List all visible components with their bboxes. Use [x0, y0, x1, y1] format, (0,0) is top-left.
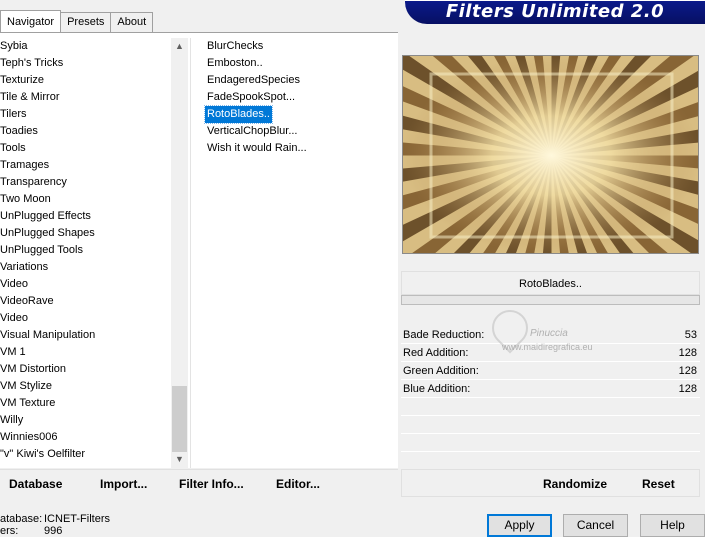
param-label: Bade Reduction: [403, 329, 485, 341]
category-item[interactable]: Sybia [0, 38, 170, 55]
status-area: atabase: ICNET-Filters ers: 996 [0, 513, 110, 537]
category-item[interactable]: VM Texture [0, 395, 170, 412]
param-value[interactable]: 128 [679, 380, 698, 397]
filters-count-value: 996 [44, 525, 63, 537]
empty-param-row [401, 434, 700, 452]
category-list[interactable]: Sybia Teph's Tricks Texturize Tile & Mirror… [0, 38, 170, 468]
param-value[interactable]: 128 [679, 344, 698, 361]
category-item[interactable]: Video [0, 310, 170, 327]
filter-list[interactable]: BlurChecks Emboston.. EndageredSpecies Fade… [204, 38, 395, 157]
category-item[interactable]: "v" Kiwi's Oelfilter [0, 446, 170, 463]
param-label: Green Addition: [403, 365, 479, 377]
category-item[interactable]: Video [0, 276, 170, 293]
reset-button[interactable]: Reset [642, 470, 675, 498]
filter-item[interactable]: FadeSpookSpot... [205, 89, 297, 106]
category-item[interactable]: Willy [0, 412, 170, 429]
category-item[interactable]: UnPlugged Shapes [0, 225, 170, 242]
param-value[interactable]: 53 [685, 326, 698, 343]
apply-button[interactable]: Apply [487, 514, 552, 537]
category-item[interactable]: Texturize [0, 72, 170, 89]
filter-item[interactable]: VerticalChopBlur... [205, 123, 300, 140]
filter-item[interactable]: Wish it would Rain... [205, 140, 309, 157]
category-item[interactable]: Tilers [0, 106, 170, 123]
category-item[interactable]: Transparency [0, 174, 170, 191]
category-item[interactable]: Visual Manipulation [0, 327, 170, 344]
category-item[interactable]: Teph's Tricks [0, 55, 170, 72]
category-item[interactable]: VM Stylize [0, 378, 170, 395]
empty-param-row [401, 416, 700, 434]
database-button[interactable]: Database [9, 470, 62, 498]
filter-item[interactable]: Emboston.. [205, 55, 265, 72]
scrollbar-thumb[interactable] [172, 386, 187, 452]
preview-button-bar: Randomize Reset [401, 469, 700, 497]
category-item[interactable]: Toadies [0, 123, 170, 140]
editor-button[interactable]: Editor... [276, 470, 320, 498]
import-button[interactable]: Import... [100, 470, 147, 498]
param-label: Red Addition: [403, 347, 469, 359]
param-row[interactable]: Bade Reduction: 53 [401, 326, 700, 344]
database-value: ICNET-Filters [44, 513, 110, 525]
category-item[interactable]: VM 1 [0, 344, 170, 361]
category-item[interactable]: UnPlugged Tools [0, 242, 170, 259]
filter-item[interactable]: RotoBlades.. [204, 105, 273, 124]
category-item[interactable]: Two Moon [0, 191, 170, 208]
tab-strip: Navigator Presets About [0, 10, 154, 32]
empty-param-row [401, 452, 700, 470]
tab-presets[interactable]: Presets [60, 12, 112, 32]
tab-about[interactable]: About [110, 12, 154, 32]
help-button[interactable]: Help [640, 514, 705, 537]
tab-navigator[interactable]: Navigator [0, 10, 62, 32]
category-scrollbar[interactable]: ▲ ▼ [171, 38, 188, 468]
category-item[interactable]: Tile & Mirror [0, 89, 170, 106]
randomize-button[interactable]: Randomize [543, 470, 607, 498]
category-item[interactable]: UnPlugged Effects [0, 208, 170, 225]
category-item[interactable]: VideoRave [0, 293, 170, 310]
param-label: Blue Addition: [403, 383, 471, 395]
category-item[interactable]: Variations [0, 259, 170, 276]
preview-glow [403, 56, 698, 253]
chevron-down-icon[interactable]: ▼ [171, 451, 188, 468]
category-item[interactable]: Tramages [0, 157, 170, 174]
filter-preview [402, 55, 699, 254]
parameter-list: Bade Reduction: 53 Red Addition: 128 Green A… [401, 326, 700, 470]
filter-item[interactable]: EndageredSpecies [205, 72, 302, 89]
filter-item[interactable]: BlurChecks [205, 38, 265, 55]
preview-image [403, 56, 698, 253]
title-banner: Filters Unlimited 2.0 [405, 0, 705, 24]
chevron-up-icon[interactable]: ▲ [171, 38, 188, 55]
category-item[interactable]: VM Distortion [0, 361, 170, 378]
filters-count-label: ers: [0, 525, 19, 537]
category-item[interactable]: Tools [0, 140, 170, 157]
param-row[interactable]: Green Addition: 128 [401, 362, 700, 380]
database-label: atabase: [0, 513, 43, 525]
empty-param-row [401, 398, 700, 416]
filter-info-button[interactable]: Filter Info... [179, 470, 244, 498]
navigator-button-bar: Database Import... Filter Info... Editor… [0, 469, 398, 497]
category-item[interactable]: Winnies006 [0, 429, 170, 446]
list-divider [190, 38, 191, 468]
cancel-button[interactable]: Cancel [563, 514, 628, 537]
param-row[interactable]: Blue Addition: 128 [401, 380, 700, 398]
param-value[interactable]: 128 [679, 362, 698, 379]
selected-filter-name: RotoBlades.. [401, 271, 700, 295]
progress-bar [401, 295, 700, 305]
param-row[interactable]: Red Addition: 128 [401, 344, 700, 362]
